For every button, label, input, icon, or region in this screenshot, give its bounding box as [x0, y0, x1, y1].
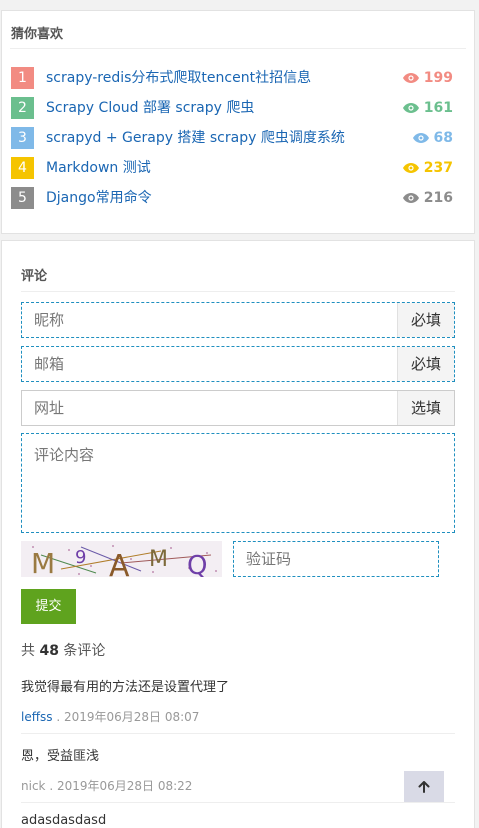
eye-icon — [412, 133, 429, 143]
guess-title: 猜你喜欢 — [11, 27, 64, 42]
view-count: 199 — [402, 68, 453, 88]
svg-text:9: 9 — [75, 547, 86, 568]
comment-text: 恩，受益匪浅 — [21, 749, 100, 764]
required-addon: 必填 — [397, 347, 454, 381]
comment-content-textarea[interactable]: 评论内容 — [21, 433, 455, 533]
eye-icon — [402, 193, 419, 203]
rank-badge: 1 — [11, 67, 34, 89]
required-addon: 必填 — [397, 303, 454, 337]
comment-meta: nick . 2019年06月28日 08:22 — [21, 777, 455, 794]
view-count-value: 237 — [423, 160, 453, 176]
svg-text:Q: Q — [187, 551, 207, 577]
comment-text: 我觉得最有用的方法还是设置代理了 — [21, 680, 230, 695]
comment-item: 恩，受益匪浅 nick . 2019年06月28日 08:22 — [21, 745, 455, 803]
email-field: 邮箱 必填 — [21, 346, 455, 382]
meta-separator: . — [45, 779, 57, 793]
comment-panel: 评论 昵称 必填 邮箱 必填 网址 选填 评论内容 M 9 A M Q 验证码 … — [1, 240, 475, 828]
list-item: 5 Django常用命令 216 — [11, 187, 453, 209]
comment-item: adasdasdasd — [21, 813, 455, 828]
svg-text:A: A — [109, 549, 130, 577]
eye-icon — [402, 163, 419, 173]
svg-text:M: M — [31, 547, 55, 577]
list-item: 2 Scrapy Cloud 部署 scrapy 爬虫 161 — [11, 97, 453, 119]
svg-text:M: M — [149, 547, 168, 572]
divider — [21, 802, 455, 803]
website-field: 网址 选填 — [21, 390, 455, 426]
article-link[interactable]: Markdown 测试 — [46, 158, 151, 178]
captcha-image[interactable]: M 9 A M Q — [21, 541, 222, 577]
view-count: 68 — [412, 128, 453, 148]
email-input[interactable]: 邮箱 — [22, 347, 397, 381]
guess-you-like-panel: 猜你喜欢 1 scrapy-redis分布式爬取tencent社招信息 199 … — [1, 10, 475, 234]
article-link[interactable]: Scrapy Cloud 部署 scrapy 爬虫 — [46, 98, 254, 118]
captcha-input[interactable]: 验证码 — [233, 541, 439, 577]
divider — [21, 291, 455, 292]
view-count: 161 — [402, 98, 453, 118]
comment-title: 评论 — [21, 269, 48, 284]
comment-time: 2019年06月28日 08:22 — [56, 779, 193, 793]
count-suffix: 条评论 — [63, 643, 106, 659]
comment-item: 我觉得最有用的方法还是设置代理了 leffss . 2019年06月28日 08… — [21, 676, 455, 734]
back-to-top-button[interactable] — [404, 771, 444, 802]
view-count-value: 68 — [433, 130, 453, 146]
comment-text: adasdasdasd — [21, 813, 107, 828]
article-link[interactable]: scrapy-redis分布式爬取tencent社招信息 — [46, 68, 311, 88]
comment-author[interactable]: nick — [21, 779, 46, 793]
article-link[interactable]: Django常用命令 — [46, 188, 152, 208]
view-count-value: 199 — [423, 70, 453, 86]
list-item: 3 scrapyd + Gerapy 搭建 scrapy 爬虫调度系统 68 — [11, 127, 453, 149]
eye-icon — [402, 73, 419, 83]
article-link[interactable]: scrapyd + Gerapy 搭建 scrapy 爬虫调度系统 — [46, 128, 345, 148]
nickname-input[interactable]: 昵称 — [22, 303, 397, 337]
arrow-up-icon — [418, 780, 430, 793]
optional-addon: 选填 — [397, 391, 454, 425]
comment-meta: leffss . 2019年06月28日 08:07 — [21, 708, 455, 725]
rank-badge: 4 — [11, 157, 34, 179]
comment-time: 2019年06月28日 08:07 — [63, 710, 200, 724]
rank-badge: 2 — [11, 97, 34, 119]
rank-badge: 5 — [11, 187, 34, 209]
view-count: 216 — [402, 188, 453, 208]
view-count-value: 216 — [423, 190, 453, 206]
count-prefix: 共 — [21, 643, 35, 659]
comment-author[interactable]: leffss — [21, 710, 53, 724]
list-item: 4 Markdown 测试 237 — [11, 157, 453, 179]
rank-badge: 3 — [11, 127, 34, 149]
meta-separator: . — [52, 710, 64, 724]
divider — [10, 48, 466, 49]
view-count-value: 161 — [423, 100, 453, 116]
view-count: 237 — [402, 158, 453, 178]
comment-count: 共 48 条评论 — [21, 640, 105, 660]
website-input[interactable]: 网址 — [22, 391, 397, 425]
eye-icon — [402, 103, 419, 113]
nickname-field: 昵称 必填 — [21, 302, 455, 338]
captcha-graphic: M 9 A M Q — [31, 545, 217, 577]
submit-button[interactable]: 提交 — [21, 589, 76, 624]
divider — [21, 733, 455, 734]
count-value: 48 — [39, 643, 59, 659]
list-item: 1 scrapy-redis分布式爬取tencent社招信息 199 — [11, 67, 453, 89]
